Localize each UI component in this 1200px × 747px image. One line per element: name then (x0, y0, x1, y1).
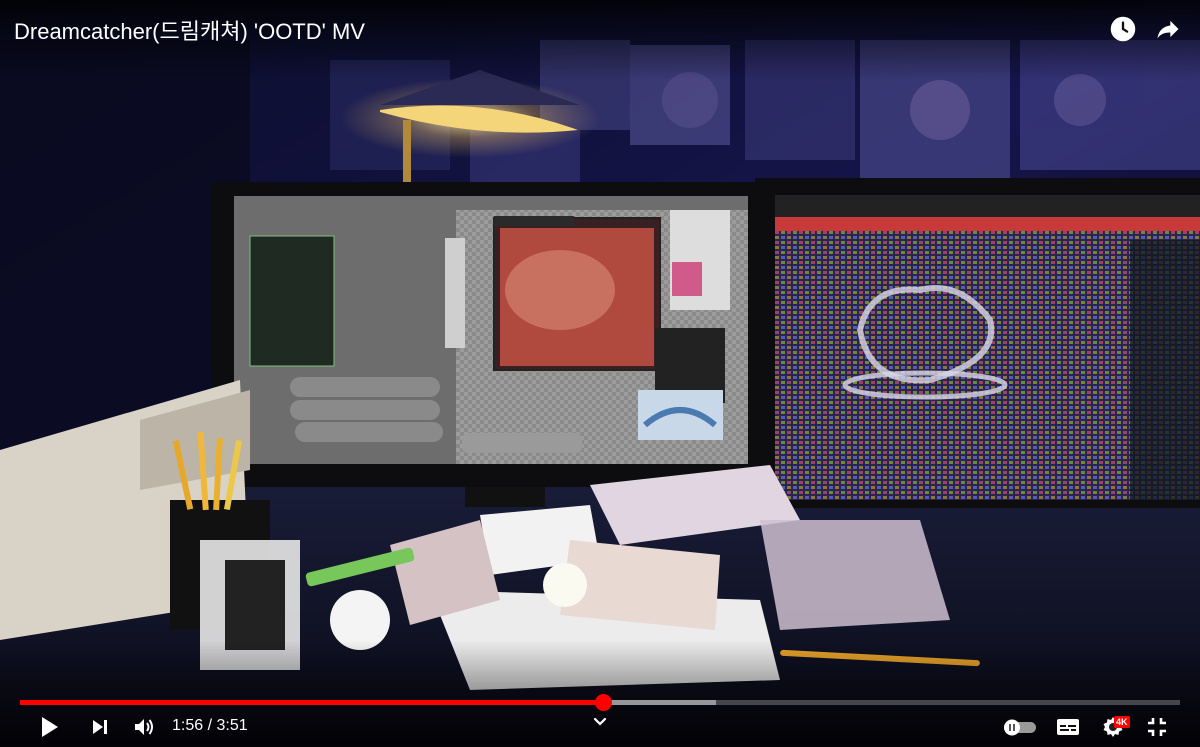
exit-fullscreen-button[interactable] (1142, 712, 1172, 742)
time-display: 1:56 / 3:51 (172, 717, 248, 735)
volume-icon (135, 719, 153, 735)
next-icon (93, 720, 107, 734)
current-time: 1:56 (172, 717, 204, 734)
share-button[interactable] (1151, 12, 1185, 46)
video-player[interactable]: Dreamcatcher(드림캐쳐) 'OOTD' MV 1:56 / 3:51… (0, 0, 1200, 747)
clock-icon (1110, 16, 1136, 42)
subtitles-icon (1057, 719, 1079, 735)
progress-bar[interactable] (20, 694, 1180, 711)
time-separator: / (203, 717, 217, 734)
progress-played (20, 700, 603, 705)
video-title[interactable]: Dreamcatcher(드림캐쳐) 'OOTD' MV (14, 14, 365, 46)
watch-later-button[interactable] (1106, 12, 1140, 46)
exit-fullscreen-icon (1148, 718, 1166, 736)
subtitles-button[interactable] (1053, 712, 1083, 742)
autoplay-toggle-icon (1004, 719, 1036, 736)
autoplay-toggle[interactable] (1000, 712, 1040, 742)
total-time: 3:51 (216, 717, 248, 734)
video-frame[interactable] (0, 0, 1200, 747)
progress-scrubber[interactable] (594, 694, 612, 711)
play-button[interactable] (34, 712, 64, 742)
next-button[interactable] (86, 712, 114, 742)
volume-button[interactable] (130, 712, 160, 742)
chevron-down-icon[interactable] (590, 712, 610, 732)
quality-badge: 4K (1114, 716, 1130, 728)
play-icon (42, 717, 58, 737)
share-icon (1157, 20, 1179, 39)
